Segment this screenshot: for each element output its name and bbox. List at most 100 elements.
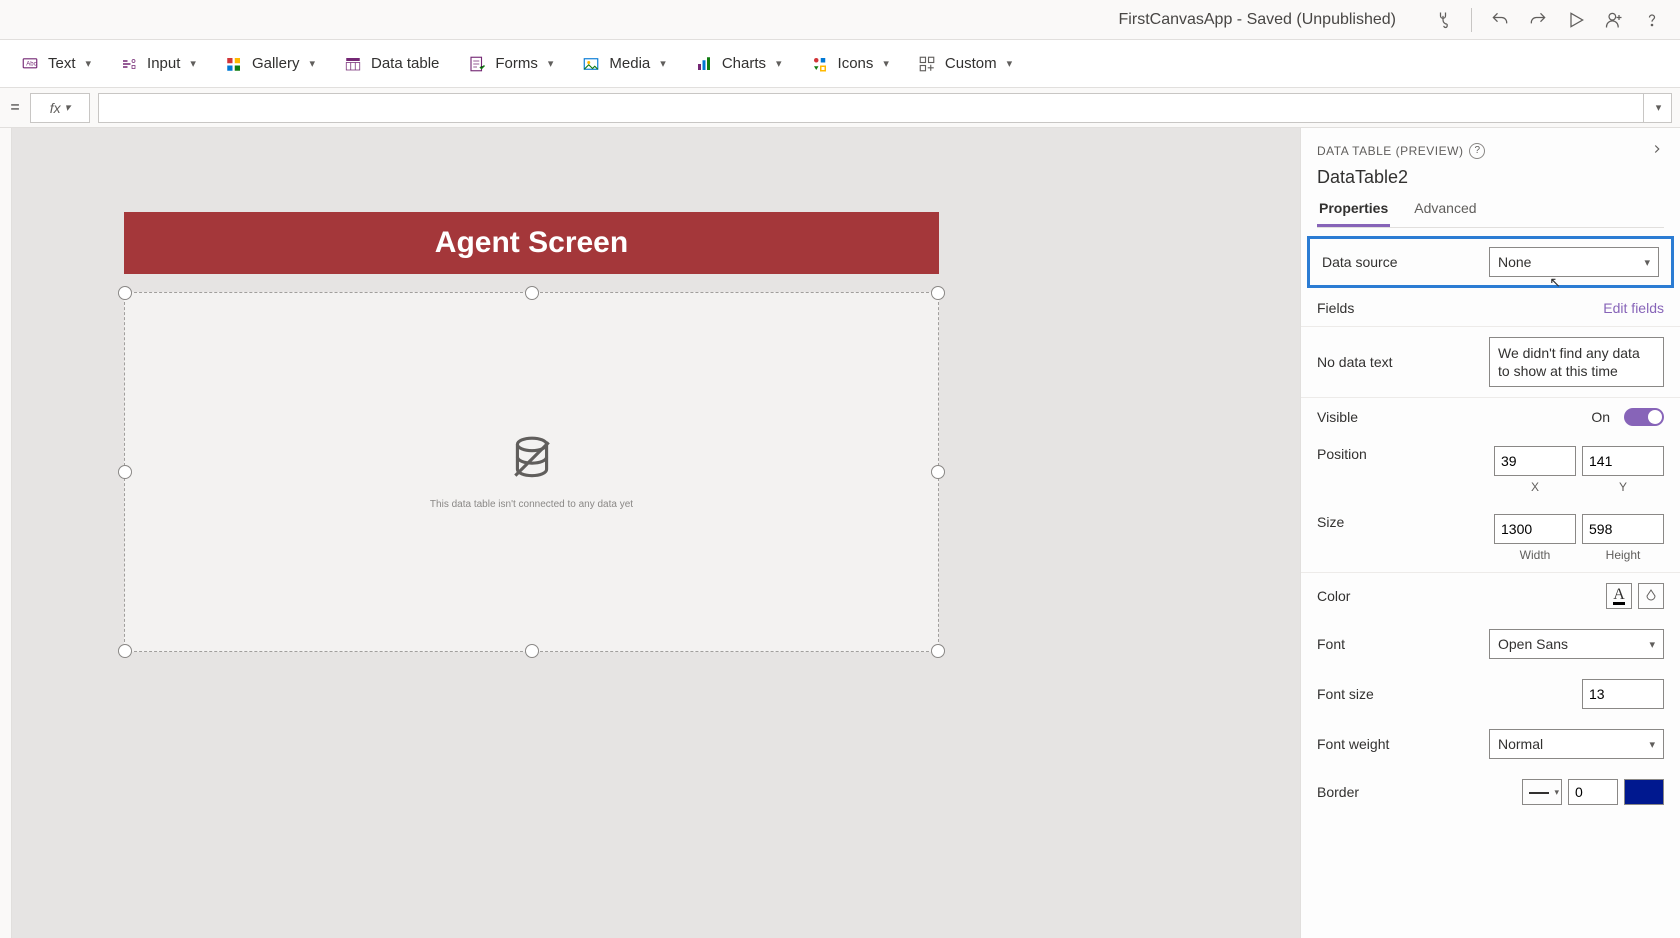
formula-input[interactable] [98, 93, 1644, 123]
input-icon [119, 54, 139, 74]
help-circle-icon[interactable]: ? [1469, 143, 1485, 159]
formula-bar: = fx▾ ▾ [0, 88, 1680, 128]
size-height-input[interactable] [1582, 514, 1664, 544]
font-size-label: Font size [1317, 686, 1374, 702]
resize-handle[interactable] [118, 465, 132, 479]
border-style-dropdown[interactable]: ▾ [1522, 779, 1562, 805]
resize-handle[interactable] [931, 465, 945, 479]
fx-label: fx [50, 100, 61, 116]
visible-toggle[interactable] [1624, 408, 1664, 426]
font-weight-dropdown[interactable]: Normal▾ [1489, 729, 1664, 759]
app-preview: Agent Screen This data table isn't conne… [124, 212, 939, 652]
font-weight-label: Font weight [1317, 736, 1389, 752]
edit-fields-link[interactable]: Edit fields [1603, 300, 1664, 316]
database-empty-icon [507, 434, 557, 489]
ribbon-forms[interactable]: Forms▾ [467, 54, 553, 74]
resize-handle[interactable] [525, 644, 539, 658]
fill-color-picker[interactable] [1638, 583, 1664, 609]
fx-selector[interactable]: fx▾ [30, 93, 90, 123]
size-row: Size Width Height [1301, 504, 1680, 573]
ribbon-gallery-label: Gallery [252, 55, 300, 72]
ribbon-custom[interactable]: Custom▾ [917, 54, 1012, 74]
data-source-row: Data source None▾ ↖ [1307, 236, 1674, 288]
font-dropdown[interactable]: Open Sans▾ [1489, 629, 1664, 659]
border-label: Border [1317, 784, 1359, 800]
custom-icon [917, 54, 937, 74]
size-width-input[interactable] [1494, 514, 1576, 544]
font-color-picker[interactable]: A [1606, 583, 1632, 609]
ribbon-text[interactable]: Abc Text▾ [20, 54, 91, 74]
data-table-icon [343, 54, 363, 74]
ribbon-charts[interactable]: Charts▾ [694, 54, 782, 74]
position-row: Position X Y [1301, 436, 1680, 504]
insert-ribbon: Abc Text▾ Input▾ Gallery▾ Data table For… [0, 40, 1680, 88]
data-source-label: Data source [1322, 254, 1397, 270]
panel-expand-icon[interactable] [1650, 142, 1664, 159]
play-icon[interactable] [1560, 4, 1592, 36]
tab-properties[interactable]: Properties [1317, 200, 1390, 227]
x-sublabel: X [1531, 480, 1539, 494]
resize-handle[interactable] [931, 644, 945, 658]
font-size-row: Font size [1301, 669, 1680, 719]
border-color-picker[interactable] [1624, 779, 1664, 805]
no-data-text-input[interactable]: We didn't find any data to show at this … [1489, 337, 1664, 387]
text-icon: Abc [20, 54, 40, 74]
formula-equals: = [8, 99, 22, 117]
forms-icon [467, 54, 487, 74]
resize-handle[interactable] [525, 286, 539, 300]
font-label: Font [1317, 636, 1345, 652]
color-row: Color A [1301, 573, 1680, 619]
visible-state: On [1591, 409, 1610, 425]
control-type-label: DATA TABLE (PREVIEW) [1317, 144, 1463, 158]
icons-icon [810, 54, 830, 74]
fields-label: Fields [1317, 300, 1354, 316]
font-weight-row: Font weight Normal▾ [1301, 719, 1680, 769]
ribbon-custom-label: Custom [945, 55, 997, 72]
width-sublabel: Width [1520, 548, 1551, 562]
screen-header-label: Agent Screen [124, 212, 939, 274]
help-icon[interactable] [1636, 4, 1668, 36]
ribbon-data-table[interactable]: Data table [343, 54, 439, 74]
border-row: Border ▾ [1301, 769, 1680, 815]
health-check-icon[interactable] [1427, 4, 1459, 36]
gallery-icon [224, 54, 244, 74]
data-table-control[interactable]: This data table isn't connected to any d… [124, 292, 939, 652]
share-user-icon[interactable] [1598, 4, 1630, 36]
data-source-dropdown[interactable]: None▾ [1489, 247, 1659, 277]
canvas-area[interactable]: Agent Screen This data table isn't conne… [12, 128, 1300, 938]
ribbon-icons[interactable]: Icons▾ [810, 54, 889, 74]
left-rail [0, 128, 12, 938]
no-data-label: No data text [1317, 354, 1393, 370]
resize-handle[interactable] [118, 644, 132, 658]
media-icon [581, 54, 601, 74]
charts-icon [694, 54, 714, 74]
font-row: Font Open Sans▾ [1301, 619, 1680, 669]
tab-advanced[interactable]: Advanced [1412, 200, 1478, 227]
redo-icon[interactable] [1522, 4, 1554, 36]
main-area: Agent Screen This data table isn't conne… [0, 128, 1680, 938]
fields-row: Fields Edit fields [1301, 290, 1680, 327]
svg-text:Abc: Abc [26, 61, 36, 67]
font-value: Open Sans [1498, 636, 1568, 652]
visible-label: Visible [1317, 409, 1358, 425]
ribbon-data-table-label: Data table [371, 55, 439, 72]
ribbon-gallery[interactable]: Gallery▾ [224, 54, 315, 74]
control-name: DataTable2 [1317, 167, 1664, 188]
font-size-input[interactable] [1582, 679, 1664, 709]
position-label: Position [1317, 446, 1367, 462]
size-label: Size [1317, 514, 1344, 530]
data-source-value: None [1498, 254, 1531, 270]
ribbon-text-label: Text [48, 55, 76, 72]
ribbon-forms-label: Forms [495, 55, 538, 72]
resize-handle[interactable] [931, 286, 945, 300]
border-width-input[interactable] [1568, 779, 1618, 805]
position-y-input[interactable] [1582, 446, 1664, 476]
height-sublabel: Height [1606, 548, 1641, 562]
ribbon-charts-label: Charts [722, 55, 766, 72]
resize-handle[interactable] [118, 286, 132, 300]
ribbon-media[interactable]: Media▾ [581, 54, 665, 74]
ribbon-input[interactable]: Input▾ [119, 54, 196, 74]
undo-icon[interactable] [1484, 4, 1516, 36]
formula-expand[interactable]: ▾ [1644, 93, 1672, 123]
position-x-input[interactable] [1494, 446, 1576, 476]
